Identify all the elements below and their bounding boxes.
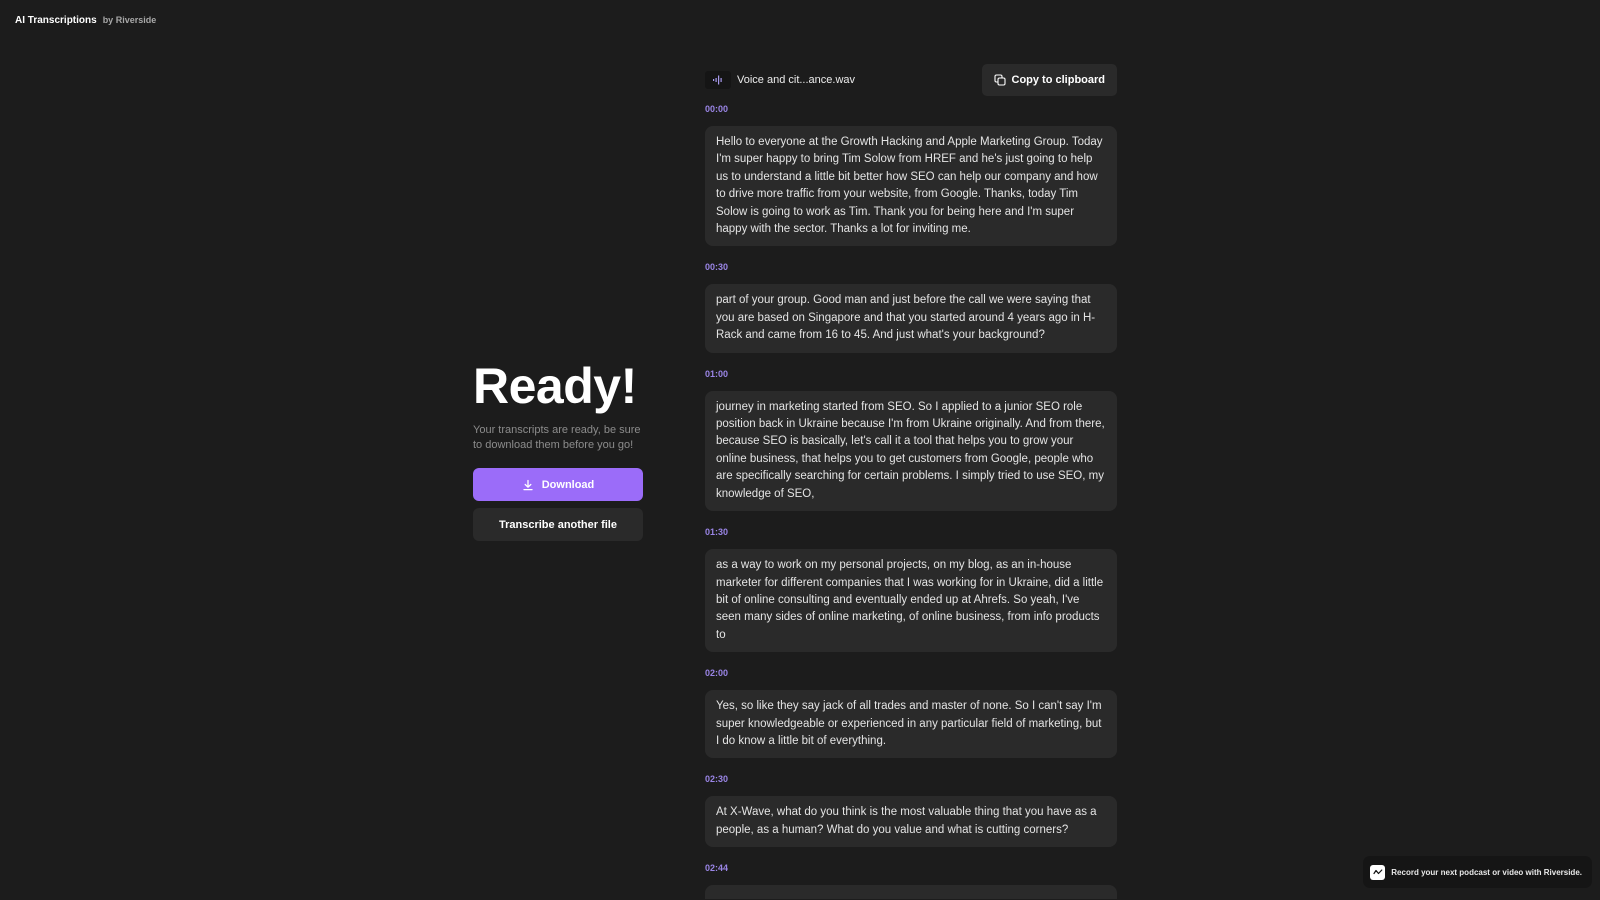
- segment-timestamp[interactable]: 02:30: [705, 773, 1117, 785]
- transcript-segment: 01:00 journey in marketing started from …: [705, 368, 1117, 512]
- audio-waveform-icon: [705, 71, 731, 89]
- promo-text: Record your next podcast or video with R…: [1391, 867, 1582, 877]
- transcript-segment: 02:00 Yes, so like they say jack of all …: [705, 667, 1117, 759]
- segment-text: journey in marketing started from SEO. S…: [705, 390, 1117, 512]
- transcript-segment: 02:30 At X-Wave, what do you think is th…: [705, 773, 1117, 848]
- segment-timestamp[interactable]: 01:00: [705, 368, 1117, 380]
- segment-text: Hello to everyone at the Growth Hacking …: [705, 126, 1117, 247]
- segment-timestamp[interactable]: 00:00: [705, 103, 1117, 115]
- app-title: AI Transcriptions: [15, 15, 97, 26]
- download-icon: [523, 479, 533, 490]
- file-name: Voice and cit...ance.wav: [737, 74, 856, 86]
- segment-text: [705, 885, 1117, 900]
- transcribe-another-button[interactable]: Transcribe another file: [473, 508, 643, 541]
- riverside-logo-icon: [1370, 864, 1386, 880]
- segment-timestamp[interactable]: 00:30: [705, 261, 1117, 273]
- status-panel: Ready! Your transcripts are ready, be su…: [473, 358, 643, 541]
- app-subtitle: by Riverside: [102, 15, 157, 25]
- status-description: Your transcripts are ready, be sure to d…: [473, 424, 641, 451]
- transcript-segment: 00:00 Hello to everyone at the Growth Ha…: [705, 103, 1117, 247]
- transcript-panel: Voice and cit...ance.wav Copy to clipboa…: [705, 64, 1117, 900]
- brand-header: AI Transcriptions by Riverside: [15, 15, 156, 26]
- transcript-segment: 01:30 as a way to work on my personal pr…: [705, 526, 1117, 653]
- segment-timestamp[interactable]: 02:44: [705, 862, 1117, 874]
- segment-timestamp[interactable]: 02:00: [705, 667, 1117, 679]
- transcript-segment: 02:44: [705, 862, 1117, 900]
- copy-icon: [993, 74, 1006, 86]
- copy-label: Copy to clipboard: [1011, 74, 1106, 86]
- file-header: Voice and cit...ance.wav Copy to clipboa…: [705, 64, 1117, 96]
- transcript-segment: 00:30 part of your group. Good man and j…: [705, 261, 1117, 353]
- copy-to-clipboard-button[interactable]: Copy to clipboard: [981, 64, 1117, 96]
- segment-timestamp[interactable]: 01:30: [705, 526, 1117, 538]
- segment-text: as a way to work on my personal projects…: [705, 549, 1117, 653]
- download-button[interactable]: Download: [473, 468, 643, 501]
- segment-text: At X-Wave, what do you think is the most…: [705, 796, 1117, 848]
- file-info: Voice and cit...ance.wav: [705, 71, 855, 89]
- riverside-promo-banner[interactable]: Record your next podcast or video with R…: [1363, 856, 1592, 888]
- segment-text: part of your group. Good man and just be…: [705, 284, 1117, 353]
- page-title: Ready!: [473, 358, 637, 414]
- segment-text: Yes, so like they say jack of all trades…: [705, 690, 1117, 759]
- download-label: Download: [541, 478, 595, 491]
